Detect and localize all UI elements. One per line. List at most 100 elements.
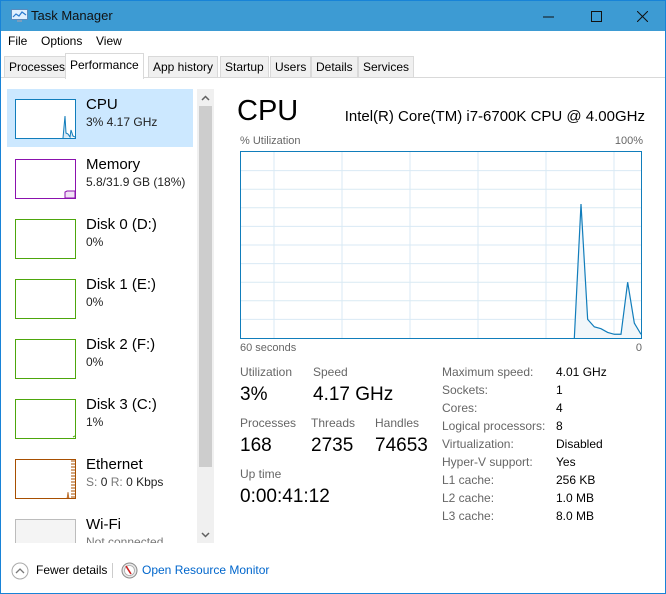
sidebar-item-detail: 0% [86, 295, 104, 309]
sidebar-item-detail: 0% [86, 235, 104, 249]
menu-view[interactable]: View [96, 34, 122, 48]
chevron-down-icon [201, 531, 210, 538]
info-label: Hyper-V support: [442, 455, 533, 469]
info-label: L1 cache: [442, 473, 495, 487]
tab-users[interactable]: Users [270, 56, 312, 77]
sidebar-item-name: CPU [86, 96, 118, 113]
info-value: Disabled [556, 437, 603, 451]
disk-1-mini-graph [15, 279, 76, 319]
info-value: 1 [556, 383, 563, 397]
sidebar-item-name: Disk 3 (C:) [86, 396, 157, 413]
sidebar-item-detail: Not connected [86, 535, 164, 543]
sidebar-scrollbar[interactable] [197, 89, 214, 543]
graph-x-left-label: 60 seconds [240, 342, 297, 354]
handles-value: 74653 [375, 435, 428, 456]
disk-3-mini-graph [15, 399, 76, 439]
scroll-thumb[interactable] [199, 106, 212, 467]
receive-label: R: [110, 475, 123, 489]
ethernet-mini-graph [15, 459, 76, 499]
sidebar-item-cpu[interactable]: CPU 3% 4.17 GHz [7, 89, 193, 147]
fewer-details-chevron-icon[interactable] [11, 562, 29, 580]
info-label: Virtualization: [442, 437, 514, 451]
sidebar-item-wifi[interactable]: Wi-Fi Not connected [7, 509, 193, 543]
info-label: L2 cache: [442, 491, 495, 505]
tab-app-history[interactable]: App history [148, 56, 219, 77]
threads-label: Threads [311, 416, 356, 430]
tab-services[interactable]: Services [358, 56, 415, 77]
graph-y-max-label: 100% [614, 135, 643, 147]
sidebar-item-name: Disk 0 (D:) [86, 216, 157, 233]
info-label: Maximum speed: [442, 365, 534, 379]
menu-file[interactable]: File [8, 34, 27, 48]
info-value: 1.0 MB [556, 491, 595, 505]
graph-x-right-label: 0 [635, 342, 642, 354]
info-label: Cores: [442, 401, 478, 415]
handles-label: Handles [375, 416, 420, 430]
task-manager-icon [11, 9, 28, 22]
utilization-value: 3% [240, 384, 268, 405]
cpu-model-name: Intel(R) Core(TM) i7-6700K CPU @ 4.00GHz [344, 108, 645, 125]
wifi-mini-graph [15, 519, 76, 543]
uptime-value: 0:00:41:12 [240, 486, 330, 507]
minimize-button[interactable] [525, 1, 571, 31]
processes-label: Processes [240, 416, 297, 430]
menu-options[interactable]: Options [41, 34, 82, 48]
fewer-details-button[interactable]: Fewer details [36, 563, 107, 577]
task-manager-window: Task Manager File Options View Processes… [0, 0, 666, 594]
info-value: 256 KB [556, 473, 596, 487]
info-label: Logical processors: [442, 419, 546, 433]
info-value: 4.01 GHz [556, 365, 607, 379]
sidebar-item-name: Disk 2 (F:) [86, 336, 156, 353]
sidebar-item-detail: 1% [86, 415, 104, 429]
send-label: S: [86, 475, 98, 489]
info-value: 4 [556, 401, 563, 415]
info-label: Sockets: [442, 383, 489, 397]
sidebar-item-detail: 3% 4.17 GHz [86, 115, 158, 129]
tab-startup[interactable]: Startup [220, 56, 269, 77]
speed-value: 4.17 GHz [313, 384, 394, 405]
window-title: Task Manager [31, 8, 113, 23]
sidebar-item-disk-3[interactable]: Disk 3 (C:) 1% [7, 389, 193, 447]
send-value: 0 [100, 475, 108, 489]
chevron-up-icon [201, 94, 210, 101]
minimize-icon [542, 16, 554, 17]
sidebar-item-detail: S: 0 R: 0 Kbps [86, 475, 163, 489]
disk-0-mini-graph [15, 219, 76, 259]
sidebar-item-disk-1[interactable]: Disk 1 (E:) 0% [7, 269, 193, 327]
threads-value: 2735 [311, 435, 354, 456]
maximize-icon [590, 10, 602, 22]
info-value: 8.0 MB [556, 509, 595, 523]
menu-bar: File Options View [1, 31, 665, 51]
title-bar[interactable]: Task Manager [1, 1, 665, 31]
receive-value: 0 Kbps [126, 475, 164, 489]
sidebar-item-name: Memory [86, 156, 141, 173]
scroll-down-button[interactable] [197, 526, 214, 543]
sidebar-item-ethernet[interactable]: Ethernet S: 0 R: 0 Kbps [7, 449, 193, 507]
uptime-label: Up time [240, 467, 282, 481]
sidebar-item-disk-0[interactable]: Disk 0 (D:) 0% [7, 209, 193, 267]
sidebar-item-detail: 0% [86, 355, 104, 369]
utilization-label: Utilization [240, 365, 293, 379]
tab-details[interactable]: Details [311, 56, 358, 77]
processes-value: 168 [240, 435, 272, 456]
footer-bar: Fewer details Open Resource Monitor [1, 553, 665, 593]
resource-sidebar: CPU 3% 4.17 GHz Memory 5.8/31.9 GB (18%)… [1, 83, 197, 543]
page-title: CPU [237, 95, 299, 127]
close-button[interactable] [619, 1, 665, 31]
tab-processes[interactable]: Processes [4, 56, 71, 77]
maximize-button[interactable] [573, 1, 619, 31]
info-value: Yes [556, 455, 576, 469]
scroll-up-button[interactable] [197, 89, 214, 106]
sidebar-item-disk-2[interactable]: Disk 2 (F:) 0% [7, 329, 193, 387]
sidebar-item-name: Ethernet [86, 456, 143, 473]
sidebar-item-memory[interactable]: Memory 5.8/31.9 GB (18%) [7, 149, 193, 207]
tab-performance[interactable]: Performance [65, 53, 144, 79]
open-resource-monitor-link[interactable]: Open Resource Monitor [142, 563, 269, 577]
speed-label: Speed [313, 365, 348, 379]
close-icon [636, 10, 648, 22]
cpu-utilization-graph [240, 151, 642, 339]
sidebar-item-detail: 5.8/31.9 GB (18%) [86, 175, 186, 189]
info-label: L3 cache: [442, 509, 495, 523]
resource-monitor-icon [121, 562, 138, 579]
sidebar-item-name: Disk 1 (E:) [86, 276, 157, 293]
